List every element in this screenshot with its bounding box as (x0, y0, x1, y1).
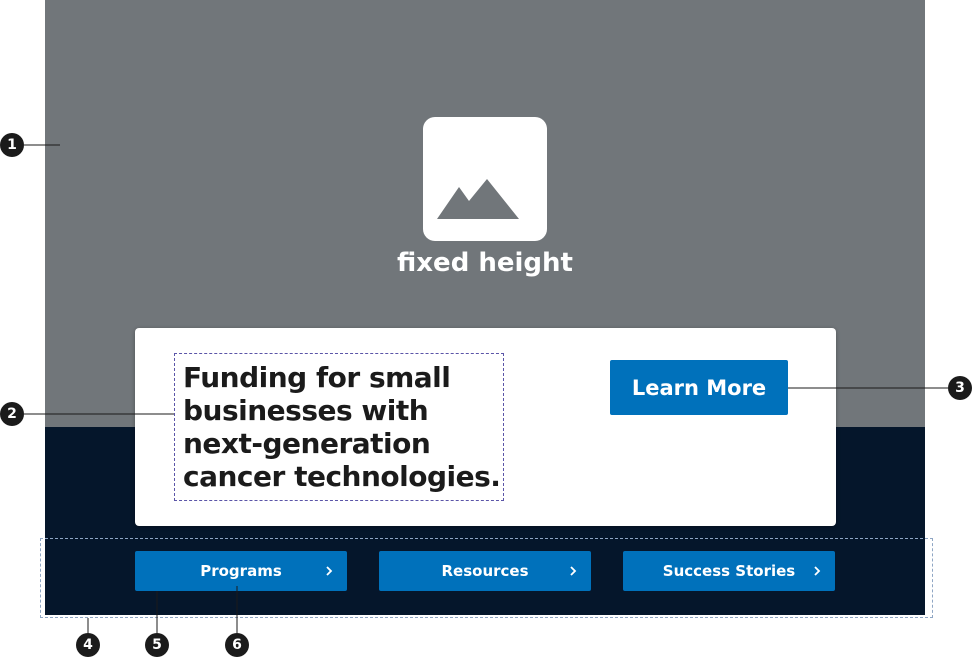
callout-badge: 3 (948, 376, 972, 400)
callout-badge: 1 (0, 133, 24, 157)
callout-badge: 4 (76, 633, 100, 657)
callout-badge: 2 (0, 402, 24, 426)
callout-leader-lines (24, 144, 948, 633)
callout-badge: 5 (145, 633, 169, 657)
callout-badge: 6 (225, 633, 249, 657)
